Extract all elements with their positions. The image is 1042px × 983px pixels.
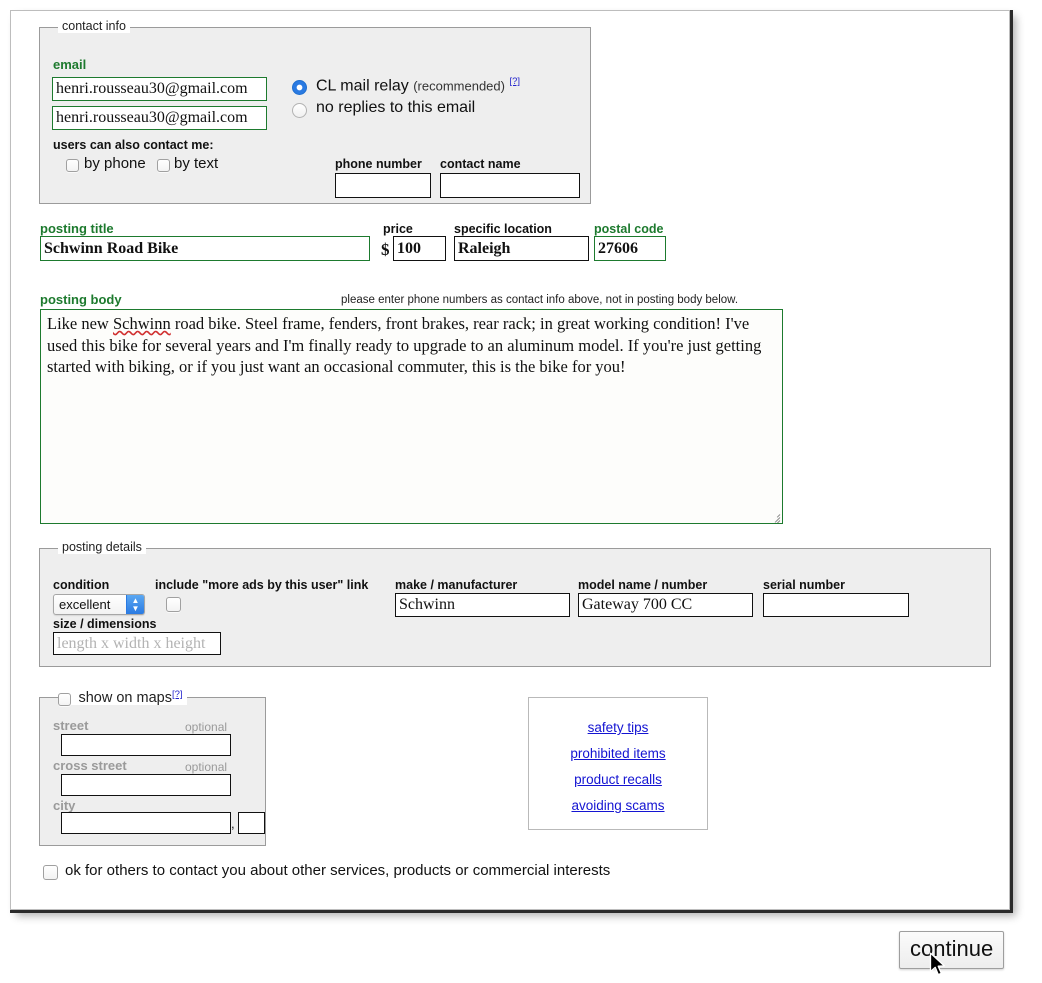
postal-code-label: postal code (594, 222, 664, 236)
street-optional-hint: optional (185, 720, 228, 734)
price-label: price (383, 222, 413, 236)
mouse-cursor-icon (929, 952, 945, 976)
more-ads-checkbox[interactable] (166, 597, 181, 612)
state-input[interactable] (238, 812, 265, 834)
email-confirm-input[interactable] (52, 106, 267, 130)
contact-name-input[interactable] (440, 173, 580, 198)
radio-cl-mail-relay[interactable] (292, 80, 307, 95)
condition-select-value: excellent (59, 597, 111, 612)
city-label: city (53, 798, 76, 813)
by-phone-checkbox[interactable] (66, 159, 79, 172)
city-state-separator: , (231, 816, 235, 831)
show-on-maps-fieldset: show on maps[?] street optional cross st… (39, 688, 266, 846)
size-input[interactable] (53, 632, 221, 655)
continue-button[interactable]: continue (899, 931, 1005, 969)
street-input[interactable] (61, 734, 231, 756)
link-prohibited-items[interactable]: prohibited items (529, 746, 707, 761)
posting-title-label: posting title (40, 221, 114, 236)
postal-code-input[interactable] (594, 236, 666, 261)
make-label: make / manufacturer (395, 578, 518, 592)
select-arrows-icon: ▲ ▼ (126, 595, 144, 614)
make-input[interactable] (395, 593, 570, 617)
ok-contact-checkbox[interactable] (43, 865, 58, 880)
model-label: model name / number (578, 578, 708, 592)
cross-street-optional-hint: optional (185, 760, 228, 774)
more-ads-label: include "more ads by this user" link (155, 578, 369, 592)
link-avoiding-scams[interactable]: avoiding scams (529, 798, 707, 813)
also-contact-label: users can also contact me: (53, 138, 214, 152)
radio-no-replies-label[interactable]: no replies to this email (316, 99, 475, 117)
posting-body-text: Like new Schwinn road bike. Steel frame,… (47, 313, 777, 378)
posting-details-fieldset: posting details condition excellent ▲ ▼ i… (39, 540, 991, 667)
specific-location-input[interactable] (454, 236, 589, 261)
form-content-area: contact info email CL mail relay (recomm… (11, 11, 1008, 908)
contact-info-fieldset: contact info email CL mail relay (recomm… (39, 19, 591, 204)
contact-name-label: contact name (440, 157, 521, 171)
body-text-misspelled-word: Schwinn (112, 314, 171, 333)
by-text-label[interactable]: by text (174, 155, 218, 172)
show-on-maps-legend: show on maps[?] (58, 688, 187, 707)
size-label: size / dimensions (53, 617, 157, 631)
condition-label: condition (53, 578, 110, 592)
specific-location-label: specific location (454, 222, 552, 236)
radio-cl-mail-relay-text: CL mail relay (316, 77, 409, 95)
email-input[interactable] (52, 77, 267, 101)
price-input[interactable] (393, 236, 446, 261)
cross-street-input[interactable] (61, 774, 231, 796)
phone-number-label: phone number (335, 157, 422, 171)
textarea-resize-handle[interactable] (768, 509, 781, 523)
cross-street-label: cross street (53, 758, 127, 773)
contact-info-legend: contact info (58, 19, 130, 33)
serial-label: serial number (763, 578, 845, 592)
by-phone-label[interactable]: by phone (84, 155, 146, 172)
radio-cl-mail-relay-sub: (recommended) (413, 78, 505, 94)
city-input[interactable] (61, 812, 231, 834)
radio-no-replies[interactable] (292, 103, 307, 118)
street-label: street (53, 718, 89, 733)
show-on-maps-help-icon[interactable]: [?] (172, 689, 183, 700)
by-text-checkbox[interactable] (157, 159, 170, 172)
posting-body-textarea[interactable]: Like new Schwinn road bike. Steel frame,… (40, 309, 783, 524)
condition-select[interactable]: excellent ▲ ▼ (53, 594, 145, 615)
posting-form-page: contact info email CL mail relay (recomm… (10, 10, 1010, 910)
model-input[interactable] (578, 593, 753, 617)
ok-contact-label[interactable]: ok for others to contact you about other… (65, 862, 610, 879)
posting-title-input[interactable] (40, 236, 370, 261)
serial-input[interactable] (763, 593, 909, 617)
posting-body-note: please enter phone numbers as contact in… (341, 294, 739, 306)
posting-details-legend: posting details (58, 540, 146, 554)
body-text-before: Like new (47, 314, 113, 333)
link-product-recalls[interactable]: product recalls (529, 772, 707, 787)
link-safety-tips[interactable]: safety tips (529, 720, 707, 735)
phone-number-input[interactable] (335, 173, 431, 198)
posting-body-label: posting body (40, 292, 122, 307)
price-currency-symbol: $ (381, 240, 390, 259)
radio-cl-mail-relay-label[interactable]: CL mail relay (recommended) [?] (316, 76, 520, 95)
show-on-maps-label[interactable]: show on maps (78, 690, 172, 706)
show-on-maps-checkbox[interactable] (58, 693, 71, 707)
email-label: email (53, 57, 87, 72)
cl-mail-relay-help-icon[interactable]: [?] (509, 76, 520, 87)
info-links-panel: safety tips prohibited items product rec… (528, 697, 708, 830)
